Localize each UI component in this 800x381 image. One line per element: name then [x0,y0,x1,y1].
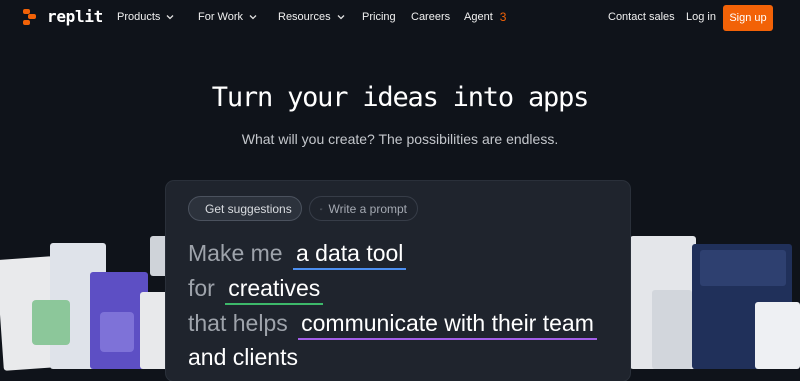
chevron-down-icon [166,15,174,20]
top-nav: replit Products For Work Resources Prici… [0,0,800,36]
write-prompt-label: Write a prompt [328,201,407,216]
preview-card [32,300,70,345]
prompt-value-audience[interactable]: creatives [225,275,324,305]
nav-log-in[interactable]: Log in [686,11,716,23]
nav-resources-label: Resources [278,11,331,23]
edit-icon [320,207,323,210]
hero-title: Turn your ideas into apps [211,82,590,113]
prompt-prefix: Make me [188,240,283,266]
prompt-prefix: that helps [188,310,288,336]
preview-card [700,250,786,286]
replit-logo[interactable]: replit [22,7,103,26]
nav-products-label: Products [117,11,161,23]
nav-contact-sales[interactable]: Contact sales [608,11,675,23]
prompt-line-3: that helps communicate with their team [188,310,597,340]
nav-for-work[interactable]: For Work [198,11,258,23]
nav-careers[interactable]: Careers [411,11,450,23]
nav-pricing[interactable]: Pricing [362,11,396,23]
chevron-down-icon [249,15,257,20]
nav-products[interactable]: Products [117,11,175,23]
preview-card [755,302,800,369]
sign-up-button[interactable]: Sign up [723,5,773,31]
preview-card [652,290,692,369]
nav-for-work-label: For Work [198,11,244,23]
hero-subtitle: What will you create? The possibilities … [241,131,559,147]
prompt-line-1: Make me a data tool [188,240,407,270]
write-prompt-button[interactable]: Write a prompt [309,196,418,221]
get-suggestions-button[interactable]: Get suggestions [188,196,302,221]
prompt-value-purpose[interactable]: communicate with their team [298,310,597,340]
nav-resources[interactable]: Resources [278,11,346,23]
chevron-down-icon [337,15,345,20]
agent-version: 3 [499,10,507,24]
prompt-value-tool[interactable]: a data tool [292,240,407,270]
replit-logo-icon [22,8,40,26]
prompt-line-4: and clients [188,344,298,370]
logo-text: replit [47,7,103,26]
get-suggestions-label: Get suggestions [205,201,292,216]
prompt-line-2: for creatives [188,275,324,305]
preview-card [100,312,134,352]
nav-agent[interactable]: Agent 3 [464,10,506,24]
nav-agent-label: Agent [464,11,493,23]
prompt-prefix: for [188,275,215,301]
